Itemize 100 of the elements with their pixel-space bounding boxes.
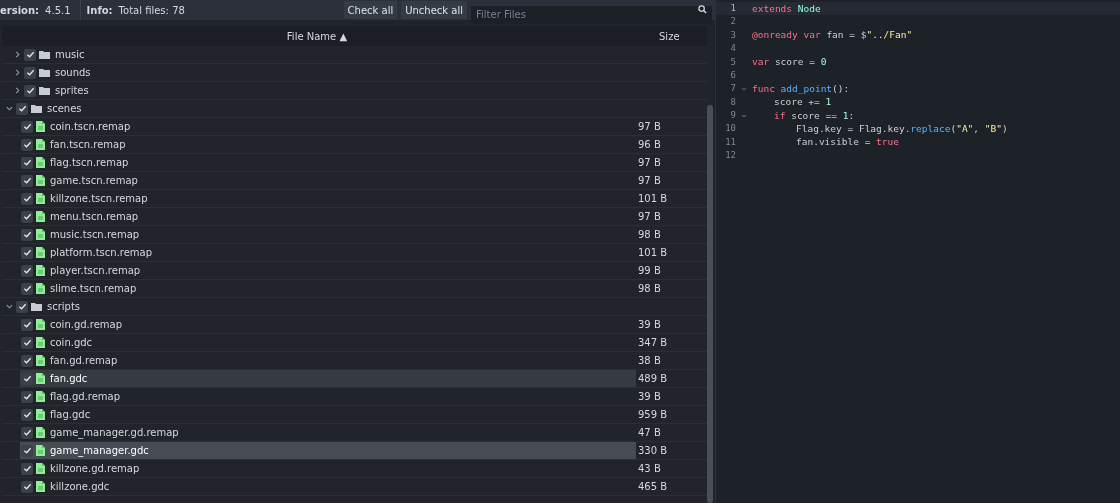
checkbox[interactable] (21, 480, 33, 493)
checkbox[interactable] (21, 210, 33, 223)
check-all-button[interactable]: Check all (343, 1, 398, 19)
checkbox[interactable] (21, 120, 33, 133)
checkbox[interactable] (21, 372, 33, 385)
file-icon (36, 337, 45, 348)
file-row[interactable]: player.tscn.remap (20, 262, 636, 279)
checkbox[interactable] (21, 264, 33, 277)
checkbox[interactable] (21, 138, 33, 151)
checkbox[interactable] (16, 102, 28, 115)
checkbox[interactable] (21, 426, 33, 439)
file-row[interactable]: game.tscn.remap (20, 172, 636, 189)
file-row[interactable]: coin.tscn.remap (20, 118, 636, 135)
checkbox[interactable] (24, 84, 36, 97)
file-icon (36, 265, 45, 276)
line-number: 6 (729, 68, 736, 82)
code-line: Flag.key = Flag.key.replace("A", "B") (795, 122, 1008, 137)
checkbox[interactable] (21, 228, 33, 241)
line-number: 11 (724, 135, 736, 149)
file-row[interactable]: menu.tscn.remap (20, 208, 636, 225)
file-row[interactable]: killzone.gd.remap (20, 460, 636, 477)
checkbox[interactable] (21, 408, 33, 421)
file-size: 38 B (638, 354, 661, 368)
filter-field[interactable]: Filter Files (471, 5, 712, 24)
file-row[interactable]: coin.gd.remap (20, 316, 636, 333)
file-size: 98 B (638, 228, 661, 242)
fold-icon[interactable] (741, 86, 747, 93)
file-row[interactable]: game_manager.gdc (20, 442, 636, 459)
folder-name: sprites (55, 84, 89, 98)
chevron-down-icon[interactable] (6, 303, 13, 310)
line-number: 3 (729, 28, 736, 42)
checkbox[interactable] (24, 48, 36, 61)
file-size: 347 B (638, 336, 668, 350)
line-number: 12 (724, 149, 736, 163)
version-value: 4.5.1 (45, 3, 71, 18)
file-size: 959 B (638, 408, 668, 422)
uncheck-all-button[interactable]: Uncheck all (401, 1, 467, 19)
file-row[interactable]: coin.gdc (20, 334, 636, 351)
checkbox[interactable] (21, 174, 33, 187)
file-size: 96 B (638, 138, 661, 152)
file-name: flag.tscn.remap (50, 156, 129, 170)
file-name: killzone.gdc (50, 480, 110, 494)
checkbox[interactable] (21, 318, 33, 331)
checkbox[interactable] (21, 354, 33, 367)
column-header[interactable]: Size (659, 28, 680, 44)
file-name: fan.gdc (50, 372, 88, 386)
file-row[interactable]: music.tscn.remap (20, 226, 636, 243)
checkbox[interactable] (21, 462, 33, 475)
folder-icon (31, 104, 42, 113)
checkbox[interactable] (21, 282, 33, 295)
file-row[interactable]: slime.tscn.remap (20, 280, 636, 297)
folder-icon (39, 86, 50, 95)
search-icon (698, 5, 707, 14)
checkbox[interactable] (21, 192, 33, 205)
file-icon (36, 157, 45, 168)
code-line: var score = 0 (752, 55, 827, 70)
folder-icon (39, 50, 50, 59)
code-line: fan.visible = true (795, 135, 899, 150)
file-row[interactable]: platform.tscn.remap (20, 244, 636, 261)
file-row[interactable]: flag.tscn.remap (20, 154, 636, 171)
file-name: game.tscn.remap (50, 174, 138, 188)
file-row[interactable]: killzone.gdc (20, 478, 636, 495)
checkbox[interactable] (21, 156, 33, 169)
checkbox[interactable] (16, 300, 28, 313)
code-line: if score == 1: (773, 108, 855, 123)
checkbox[interactable] (21, 336, 33, 349)
file-row[interactable]: fan.gd.remap (20, 352, 636, 369)
file-name: coin.tscn.remap (50, 120, 131, 134)
file-icon (36, 139, 45, 150)
file-icon (36, 283, 45, 294)
file-name: flag.gd.remap (50, 390, 121, 404)
file-size: 465 B (638, 480, 668, 494)
file-name: fan.gd.remap (50, 354, 118, 368)
checkbox[interactable] (21, 246, 33, 259)
file-name: platform.tscn.remap (50, 246, 153, 260)
file-row[interactable]: fan.tscn.remap (20, 136, 636, 153)
file-row[interactable]: flag.gd.remap (20, 388, 636, 405)
fold-icon[interactable] (741, 112, 747, 119)
checkbox[interactable] (21, 444, 33, 457)
file-name: coin.gd.remap (50, 318, 123, 332)
checkbox[interactable] (21, 390, 33, 403)
file-icon (36, 481, 45, 492)
file-row[interactable]: fan.gdc (20, 370, 636, 387)
file-icon (36, 211, 45, 222)
column-header[interactable]: File Name ▲ (2, 28, 632, 44)
file-size: 99 B (638, 264, 661, 278)
chevron-down-icon[interactable] (6, 105, 13, 112)
file-size: 97 B (638, 210, 661, 224)
checkbox[interactable] (24, 66, 36, 79)
file-icon (36, 319, 45, 330)
line-number: 5 (729, 55, 736, 69)
file-size: 97 B (638, 174, 661, 188)
chevron-right-icon[interactable] (14, 87, 21, 94)
chevron-right-icon[interactable] (14, 51, 21, 58)
file-row[interactable]: killzone.tscn.remap (20, 190, 636, 207)
file-icon (36, 193, 45, 204)
file-row[interactable]: flag.gdc (20, 406, 636, 423)
chevron-right-icon[interactable] (14, 69, 21, 76)
file-name: slime.tscn.remap (50, 282, 137, 296)
file-row[interactable]: game_manager.gd.remap (20, 424, 636, 441)
